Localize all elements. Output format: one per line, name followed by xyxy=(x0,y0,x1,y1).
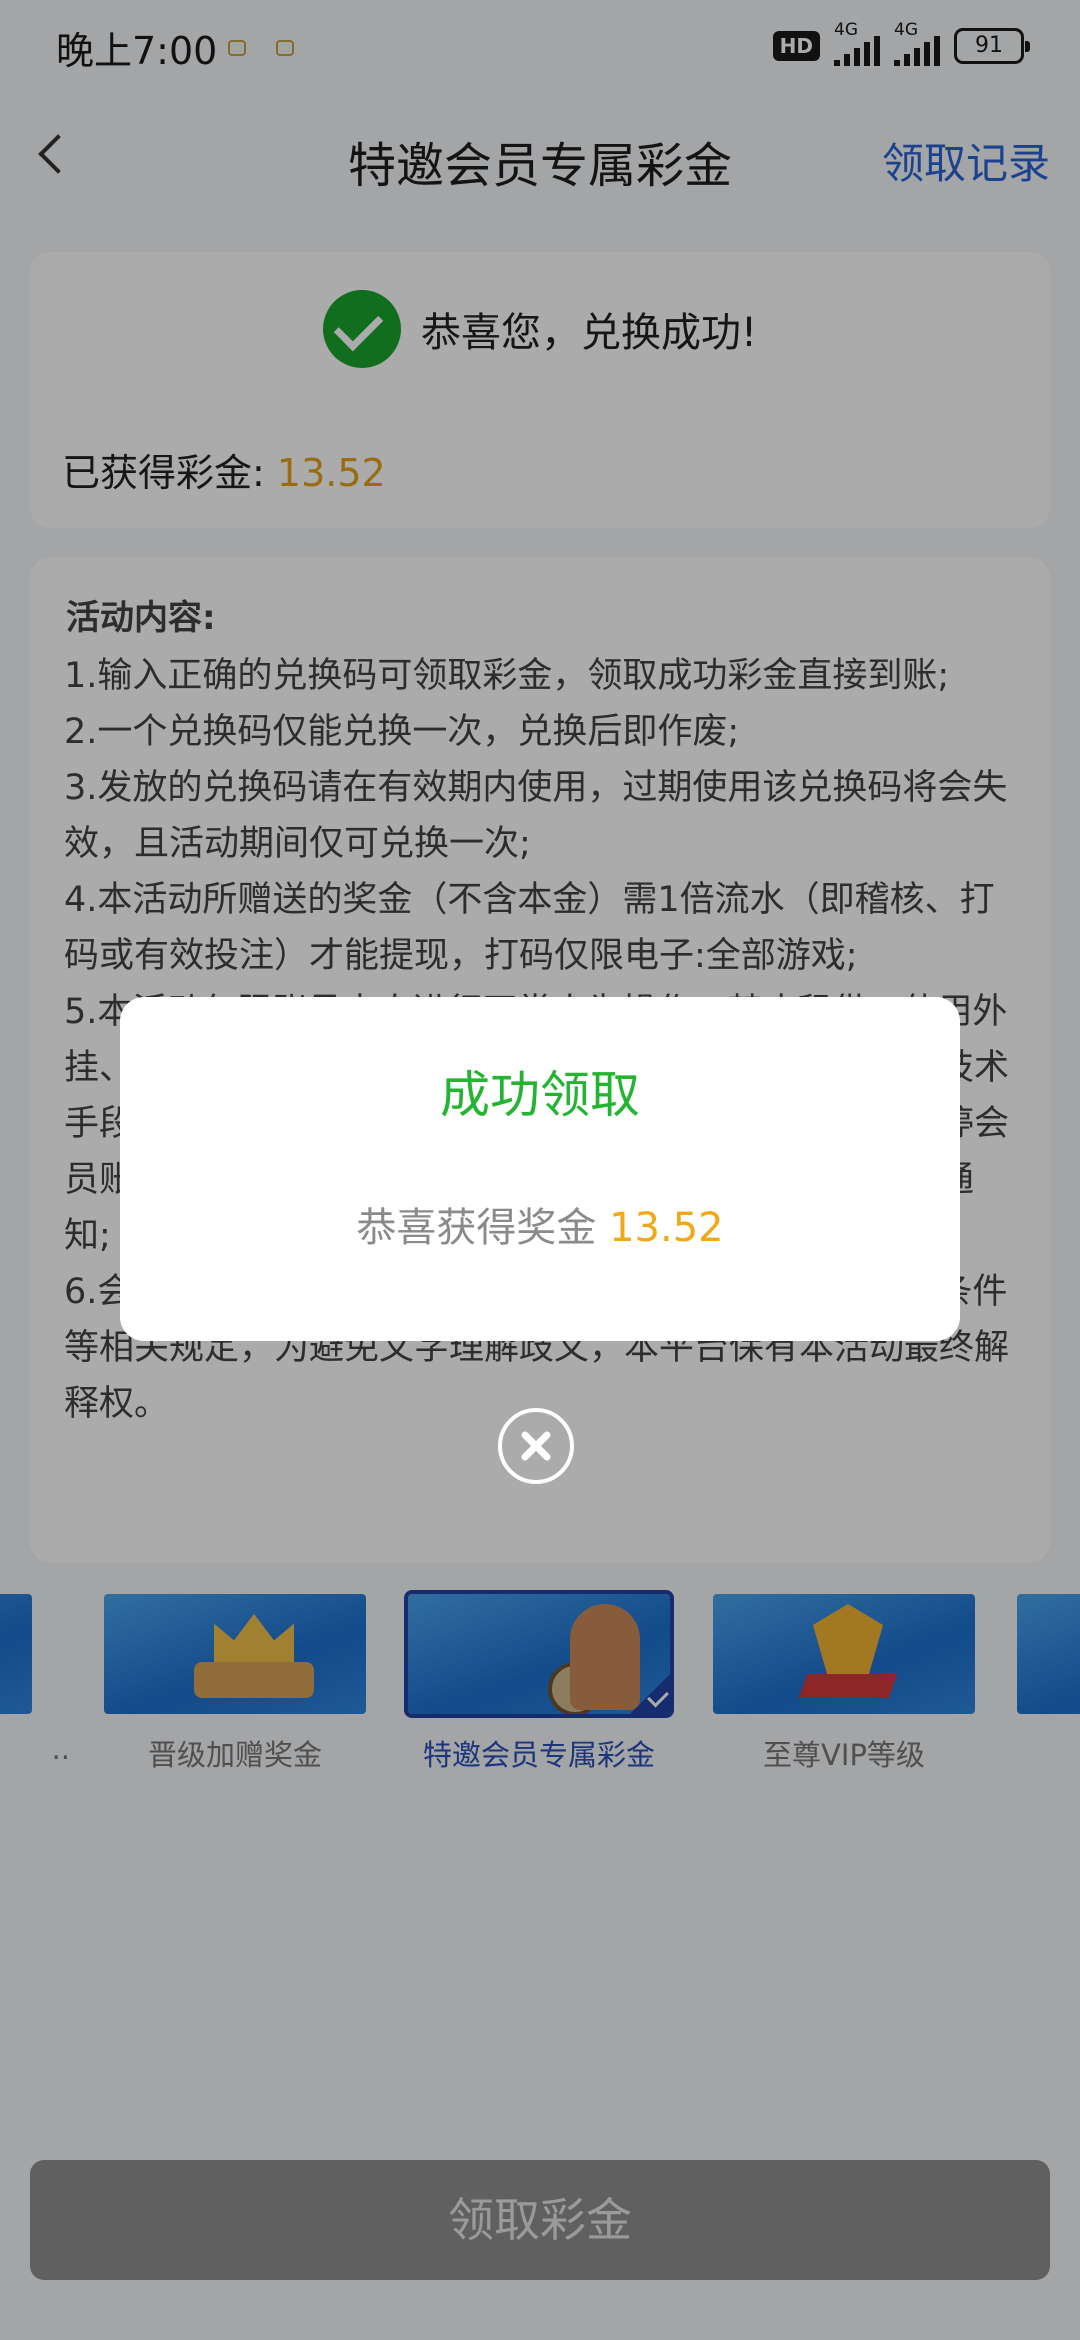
close-icon[interactable] xyxy=(498,1408,574,1484)
dialog-amount: 13.52 xyxy=(609,1205,724,1251)
dialog-message: 恭喜获得奖金 13.52 xyxy=(120,1195,960,1253)
success-dialog: 成功领取 恭喜获得奖金 13.52 xyxy=(120,997,960,1341)
dialog-message-text: 恭喜获得奖金 xyxy=(356,1205,610,1251)
dialog-title: 成功领取 xyxy=(440,1066,640,1124)
close-glyph xyxy=(521,1431,551,1461)
